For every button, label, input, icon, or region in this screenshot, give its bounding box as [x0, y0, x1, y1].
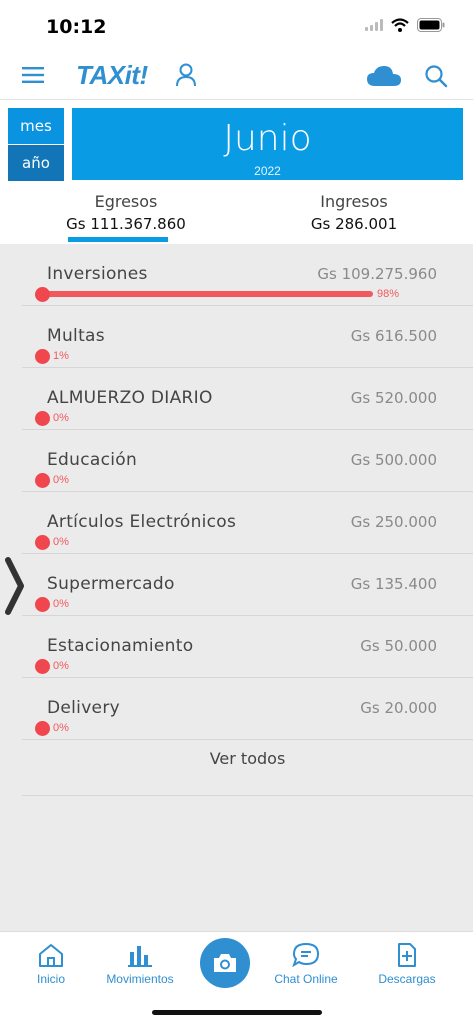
active-tab-indicator	[68, 237, 168, 242]
category-name: Artículos Electrónicos	[47, 512, 237, 532]
download-icon	[398, 943, 416, 967]
category-row[interactable]: Supermercado Gs 135.400 0%	[22, 554, 473, 616]
nav-descargas[interactable]: Descargas	[362, 942, 452, 986]
month-name: Junio	[223, 118, 312, 159]
category-percent: 0%	[53, 660, 69, 672]
category-amount: Gs 500.000	[350, 451, 437, 469]
category-row[interactable]: Multas Gs 616.500 1%	[22, 306, 473, 368]
nav-chat-label: Chat Online	[274, 972, 338, 986]
month-year: 2022	[254, 164, 281, 178]
category-row[interactable]: Estacionamiento Gs 50.000 0%	[22, 616, 473, 678]
bottom-nav: Inicio Movimientos Chat Online Descargas	[0, 931, 473, 1024]
chat-icon	[292, 942, 320, 968]
category-percent: 0%	[53, 598, 69, 610]
category-name: Delivery	[47, 698, 120, 718]
category-row[interactable]: Inversiones Gs 109.275.960 98%	[22, 244, 473, 306]
tab-ingresos[interactable]: Ingresos Gs 286.001	[254, 192, 454, 233]
category-name: ALMUERZO DIARIO	[47, 388, 213, 408]
category-amount: Gs 520.000	[350, 389, 437, 407]
category-percent: 0%	[53, 536, 69, 548]
camera-icon	[214, 954, 236, 972]
tab-month[interactable]: mes	[8, 108, 64, 144]
user-icon[interactable]	[175, 62, 197, 88]
ingresos-label: Ingresos	[320, 192, 388, 211]
category-progress-dot	[35, 721, 50, 736]
chevron-right-icon[interactable]	[2, 556, 26, 616]
home-indicator	[152, 1010, 322, 1015]
home-icon	[39, 944, 63, 967]
status-time: 10:12	[46, 16, 107, 38]
cloud-icon[interactable]	[366, 64, 402, 88]
month-display[interactable]: Junio 2022	[72, 108, 463, 180]
ver-todos-label: Ver todos	[209, 749, 286, 768]
camera-button[interactable]	[200, 938, 250, 988]
category-row[interactable]: Artículos Electrónicos Gs 250.000 0%	[22, 492, 473, 554]
nav-movimientos-label: Movimientos	[106, 972, 174, 986]
battery-icon	[417, 18, 445, 32]
egresos-value: Gs 111.367.860	[66, 215, 186, 233]
category-progress-dot	[35, 349, 50, 364]
category-name: Estacionamiento	[47, 636, 194, 656]
category-amount: Gs 135.400	[350, 575, 437, 593]
app-logo: TAXit!	[76, 60, 148, 90]
category-amount: Gs 250.000	[350, 513, 437, 531]
nav-inicio-label: Inicio	[36, 972, 65, 986]
totals-tabs: Egresos Gs 111.367.860 Ingresos Gs 286.0…	[0, 186, 473, 244]
category-amount: Gs 50.000	[360, 637, 437, 655]
search-icon[interactable]	[424, 64, 448, 88]
category-row[interactable]: Delivery Gs 20.000 0%	[22, 678, 473, 740]
category-amount: Gs 20.000	[360, 699, 437, 717]
category-progress-dot	[35, 473, 50, 488]
menu-icon[interactable]	[22, 66, 44, 84]
tab-year[interactable]: año	[8, 145, 64, 181]
nav-chat-online[interactable]: Chat Online	[261, 942, 351, 986]
category-name: Multas	[47, 326, 105, 346]
app-header: TAXit!	[0, 52, 473, 100]
category-progress-bar	[42, 291, 373, 297]
nav-descargas-label: Descargas	[378, 972, 436, 986]
status-icons	[365, 18, 445, 32]
category-name: Inversiones	[47, 264, 148, 284]
category-progress-dot	[35, 535, 50, 550]
category-progress-dot	[35, 287, 50, 302]
category-percent: 0%	[53, 412, 69, 424]
category-amount: Gs 616.500	[350, 327, 437, 345]
category-name: Educación	[47, 450, 138, 470]
ver-todos-button[interactable]: Ver todos	[22, 740, 473, 796]
category-row[interactable]: ALMUERZO DIARIO Gs 520.000 0%	[22, 368, 473, 430]
signal-icon	[365, 19, 383, 31]
period-selector: mes año Junio 2022	[0, 108, 473, 182]
bar-chart-icon	[128, 946, 152, 967]
category-row[interactable]: Educación Gs 500.000 0%	[22, 430, 473, 492]
nav-movimientos[interactable]: Movimientos	[95, 942, 185, 986]
category-percent: 98%	[377, 288, 400, 300]
egresos-label: Egresos	[94, 192, 158, 211]
nav-inicio[interactable]: Inicio	[6, 942, 96, 986]
category-progress-dot	[35, 659, 50, 674]
category-progress-dot	[35, 597, 50, 612]
category-name: Supermercado	[47, 574, 175, 594]
tab-egresos[interactable]: Egresos Gs 111.367.860	[26, 192, 226, 233]
category-percent: 0%	[53, 722, 69, 734]
category-progress-dot	[35, 411, 50, 426]
category-percent: 1%	[53, 350, 69, 362]
category-amount: Gs 109.275.960	[317, 265, 437, 283]
category-percent: 0%	[53, 474, 69, 486]
wifi-icon	[391, 18, 409, 32]
status-bar: 10:12	[0, 0, 473, 52]
category-list[interactable]: Inversiones Gs 109.275.960 98% Multas Gs 616…	[0, 244, 473, 931]
ingresos-value: Gs 286.001	[310, 215, 398, 233]
